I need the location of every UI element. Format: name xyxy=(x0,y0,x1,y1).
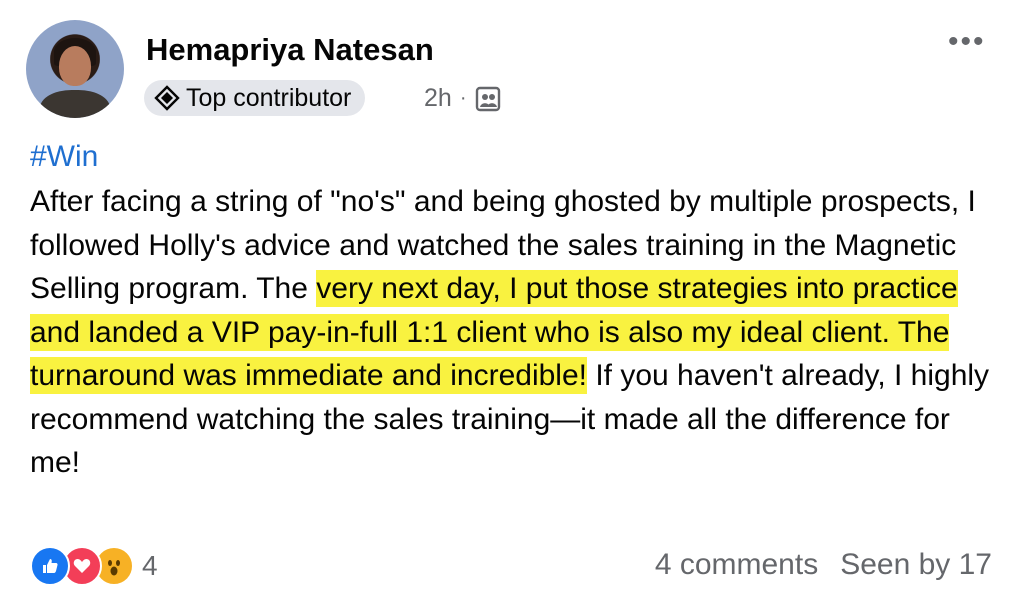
author-avatar[interactable] xyxy=(26,20,124,118)
top-contributor-badge[interactable]: Top contributor xyxy=(144,80,366,116)
badge-label: Top contributor xyxy=(186,83,352,112)
post-stats: 4 comments Seen by 17 xyxy=(655,548,992,582)
more-options-icon[interactable]: ••• xyxy=(948,27,986,57)
meta-separator: · xyxy=(459,87,467,109)
like-icon xyxy=(30,546,70,586)
post-meta: 2h · xyxy=(424,84,502,113)
group-audience-icon xyxy=(476,86,501,111)
avatar-body xyxy=(40,90,110,118)
reaction-count: 4 xyxy=(142,550,158,581)
comments-count-link[interactable]: 4 comments xyxy=(655,548,818,582)
avatar-face xyxy=(59,46,91,86)
top-contributor-badge-icon xyxy=(154,85,180,111)
post-body: After facing a string of "no's" and bein… xyxy=(30,180,1000,485)
post-time[interactable]: 2h xyxy=(424,84,452,113)
author-name[interactable]: Hemapriya Natesan xyxy=(146,32,434,68)
reactions-summary[interactable]: 4 xyxy=(30,546,158,586)
seen-by-link[interactable]: Seen by 17 xyxy=(840,548,992,582)
hashtag-link[interactable]: #Win xyxy=(30,140,98,174)
